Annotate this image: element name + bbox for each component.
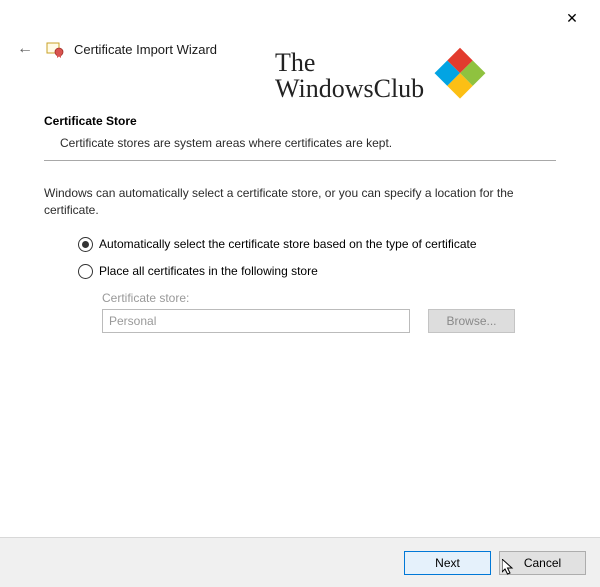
- store-subsection: Certificate store: Browse...: [44, 291, 556, 333]
- radio-auto-label: Automatically select the certificate sto…: [99, 237, 477, 251]
- radio-group: Automatically select the certificate sto…: [44, 237, 556, 279]
- certificate-store-input: [102, 309, 410, 333]
- cancel-button[interactable]: Cancel: [499, 551, 586, 575]
- section-description: Certificate stores are system areas wher…: [44, 136, 556, 150]
- radio-auto-select[interactable]: Automatically select the certificate sto…: [78, 237, 556, 252]
- footer: Next Cancel: [0, 537, 600, 587]
- wizard-title: Certificate Import Wizard: [74, 42, 217, 57]
- header: ← Certificate Import Wizard: [0, 34, 600, 64]
- certificate-icon: [46, 40, 64, 58]
- close-button[interactable]: ✕: [552, 6, 592, 30]
- browse-button: Browse...: [428, 309, 515, 333]
- divider: [44, 160, 556, 161]
- radio-icon: [78, 264, 93, 279]
- content-area: Certificate Store Certificate stores are…: [0, 64, 600, 333]
- back-button[interactable]: ←: [14, 38, 36, 60]
- store-input-row: Browse...: [102, 309, 556, 333]
- next-button[interactable]: Next: [404, 551, 491, 575]
- intro-text: Windows can automatically select a certi…: [44, 185, 556, 219]
- close-icon: ✕: [566, 10, 578, 27]
- titlebar: ✕: [0, 0, 600, 34]
- radio-manual-select[interactable]: Place all certificates in the following …: [78, 264, 556, 279]
- radio-icon: [78, 237, 93, 252]
- section-heading: Certificate Store: [44, 114, 556, 128]
- store-field-label: Certificate store:: [102, 291, 556, 305]
- radio-manual-label: Place all certificates in the following …: [99, 264, 318, 278]
- back-arrow-icon: ←: [17, 40, 33, 58]
